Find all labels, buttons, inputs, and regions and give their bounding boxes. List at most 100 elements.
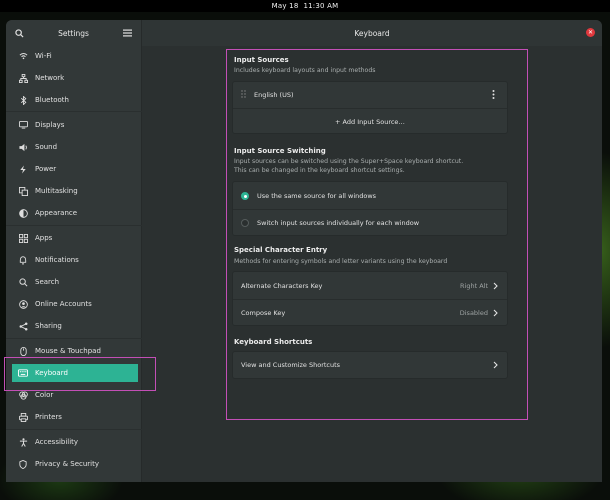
sidebar-item-keyboard[interactable]: Keyboard xyxy=(12,364,138,382)
apps-icon xyxy=(18,233,28,243)
accessibility-icon xyxy=(18,437,28,447)
network-icon xyxy=(18,73,28,83)
sidebar-item-wifi[interactable]: Wi-Fi xyxy=(12,47,138,65)
sidebar-item-sharing[interactable]: Sharing xyxy=(12,317,138,335)
row-value: Disabled xyxy=(459,309,488,317)
clock[interactable]: May 18 11:30 AM xyxy=(272,2,339,10)
sidebar-item-label: Notifications xyxy=(35,256,79,264)
close-icon: ✕ xyxy=(587,29,594,36)
sidebar-item-label: Accessibility xyxy=(35,438,79,446)
row-value: Right Alt xyxy=(460,281,488,290)
radio-option-label: Use the same source for all windows xyxy=(257,191,377,200)
sidebar-item-privacy-security[interactable]: Privacy & Security xyxy=(12,455,138,473)
radio-button[interactable] xyxy=(241,219,249,227)
shortcuts-title: Keyboard Shortcuts xyxy=(234,338,313,346)
radio-button-selected[interactable] xyxy=(241,191,249,200)
sidebar-item-color[interactable]: Color xyxy=(12,386,138,404)
sound-icon xyxy=(18,142,28,152)
switching-title: Input Source Switching xyxy=(234,147,326,155)
radio-option-per-window[interactable]: Switch input sources individually for ea… xyxy=(233,209,507,236)
settings-window: Settings Keyboard ✕ Wi-Fi Network Blueto… xyxy=(6,20,602,482)
sidebar-item-power[interactable]: Power xyxy=(12,160,138,178)
search-icon[interactable] xyxy=(14,28,24,38)
radio-option-same-source[interactable]: Use the same source for all windows xyxy=(233,182,507,209)
sidebar-item-label: Sound xyxy=(35,143,58,151)
sidebar-item-notifications[interactable]: Notifications xyxy=(12,251,138,269)
sidebar-item-label: Power xyxy=(35,165,57,173)
special-chars-title: Special Character Entry xyxy=(234,246,328,254)
input-source-label: English (US) xyxy=(254,91,294,99)
sidebar-item-label: Appearance xyxy=(35,209,78,217)
appearance-icon xyxy=(18,208,28,218)
compose-key-row[interactable]: Compose Key Disabled xyxy=(233,299,507,326)
row-label: View and Customize Shortcuts xyxy=(241,361,341,369)
sidebar-item-label: Bluetooth xyxy=(35,96,69,104)
radio-option-label: Switch input sources individually for ea… xyxy=(257,219,420,227)
sidebar-item-search[interactable]: Search xyxy=(12,273,138,291)
bell-icon xyxy=(18,255,28,265)
sidebar-item-accessibility[interactable]: Accessibility xyxy=(12,433,138,451)
drag-handle-icon[interactable] xyxy=(241,90,246,100)
view-shortcuts-row[interactable]: View and Customize Shortcuts xyxy=(233,352,507,378)
sidebar-item-multitasking[interactable]: Multitasking xyxy=(12,182,138,200)
clock-time: 11:30 AM xyxy=(303,2,339,10)
sidebar-separator xyxy=(6,429,142,430)
input-sources-subtitle: Includes keyboard layouts and input meth… xyxy=(234,67,376,74)
sidebar-item-displays[interactable]: Displays xyxy=(12,116,138,134)
sidebar-item-label: Multitasking xyxy=(35,187,78,195)
sidebar-separator xyxy=(6,338,142,339)
sidebar-item-bluetooth[interactable]: Bluetooth xyxy=(12,91,138,109)
switching-card: Use the same source for all windows Swit… xyxy=(232,181,508,236)
main-header: Keyboard ✕ xyxy=(142,20,602,46)
alternate-characters-key-row[interactable]: Alternate Characters Key Right Alt xyxy=(233,272,507,299)
sidebar-item-printers[interactable]: Printers xyxy=(12,408,138,426)
add-input-source-label: + Add Input Source… xyxy=(335,117,405,126)
sidebar-item-label: Search xyxy=(35,278,60,286)
special-chars-subtitle: Methods for entering symbols and letter … xyxy=(234,258,448,265)
power-icon xyxy=(18,164,28,174)
close-button[interactable]: ✕ xyxy=(586,28,595,37)
sidebar-separator xyxy=(6,225,142,226)
header-bar: Settings Keyboard ✕ xyxy=(6,20,602,46)
mouse-icon xyxy=(18,346,28,356)
add-input-source-button[interactable]: + Add Input Source… xyxy=(233,108,507,134)
sidebar-item-label: Wi-Fi xyxy=(35,52,52,60)
bluetooth-icon xyxy=(18,95,28,105)
multitasking-icon xyxy=(18,186,28,196)
menu-icon[interactable] xyxy=(123,28,133,38)
wifi-icon xyxy=(18,51,28,61)
chevron-right-icon xyxy=(493,282,499,290)
main-content: Input Sources Includes keyboard layouts … xyxy=(142,46,602,482)
row-label: Alternate Characters Key xyxy=(241,281,323,290)
row-label: Compose Key xyxy=(241,309,286,317)
sidebar-item-mouse-touchpad[interactable]: Mouse & Touchpad xyxy=(12,342,138,360)
sidebar-item-appearance[interactable]: Appearance xyxy=(12,204,138,222)
window-title: Keyboard xyxy=(354,28,390,38)
sidebar-item-label: Sharing xyxy=(35,322,62,330)
sidebar-item-sound[interactable]: Sound xyxy=(12,138,138,156)
chevron-right-icon xyxy=(493,361,499,369)
search-icon xyxy=(18,277,28,287)
shortcuts-card: View and Customize Shortcuts xyxy=(232,351,508,379)
sidebar-item-label: Keyboard xyxy=(35,369,68,377)
sidebar-item-label: Apps xyxy=(35,234,53,242)
input-sources-title: Input Sources xyxy=(234,56,289,64)
chevron-right-icon xyxy=(493,309,499,317)
clock-date: May 18 xyxy=(271,2,299,10)
sidebar-item-network[interactable]: Network xyxy=(12,69,138,87)
privacy-icon xyxy=(18,459,28,469)
online-accounts-icon xyxy=(18,299,28,309)
special-chars-card: Alternate Characters Key Right Alt Compo… xyxy=(232,271,508,326)
sidebar-item-label: Displays xyxy=(35,121,65,129)
printer-icon xyxy=(18,412,28,422)
display-icon xyxy=(18,120,28,130)
input-source-row[interactable]: English (US) xyxy=(233,82,507,108)
sidebar-item-label: Color xyxy=(35,391,54,399)
share-icon xyxy=(18,321,28,331)
more-options-icon[interactable] xyxy=(492,89,495,101)
sidebar-item-apps[interactable]: Apps xyxy=(12,229,138,247)
top-bar: May 18 11:30 AM xyxy=(0,0,610,12)
switching-subtitle-2: This can be changed in the keyboard shor… xyxy=(234,167,405,174)
sidebar-item-online-accounts[interactable]: Online Accounts xyxy=(12,295,138,313)
sidebar-item-label: Privacy & Security xyxy=(35,460,99,468)
